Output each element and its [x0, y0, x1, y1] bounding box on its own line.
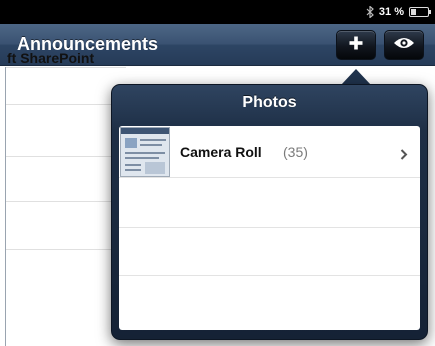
list-row — [6, 249, 126, 250]
album-row-empty — [119, 228, 420, 276]
list-row — [6, 156, 126, 157]
bluetooth-icon — [366, 6, 374, 18]
split-divider — [5, 67, 6, 346]
battery-icon — [409, 7, 431, 17]
popover-title: Photos — [242, 94, 297, 111]
eye-icon — [393, 36, 415, 55]
album-row-empty — [119, 276, 420, 328]
album-row-empty — [119, 178, 420, 228]
list-row — [6, 67, 126, 68]
album-count: (35) — [283, 144, 308, 160]
plus-icon — [349, 36, 363, 55]
album-row-camera-roll[interactable]: Camera Roll (35) — [119, 126, 420, 178]
list-row — [6, 201, 126, 202]
popover-arrow — [341, 69, 371, 85]
list-row — [6, 104, 126, 105]
app-window: 31 % Announcements ft SharePoint Photos … — [0, 0, 435, 346]
battery-level — [411, 9, 416, 15]
list-item-title[interactable]: ft SharePoint — [7, 50, 94, 66]
album-name: Camera Roll — [180, 144, 262, 160]
chevron-right-icon — [400, 147, 408, 165]
status-indicators: 31 % — [366, 5, 431, 19]
album-list: Camera Roll (35) — [119, 126, 420, 330]
add-button[interactable] — [336, 30, 376, 60]
status-bar: 31 % — [0, 0, 435, 24]
photos-popover: Photos Camera Roll (35) — [111, 84, 428, 340]
battery-percent: 31 % — [378, 6, 404, 18]
view-button[interactable] — [384, 30, 424, 60]
album-thumbnail — [120, 127, 170, 177]
